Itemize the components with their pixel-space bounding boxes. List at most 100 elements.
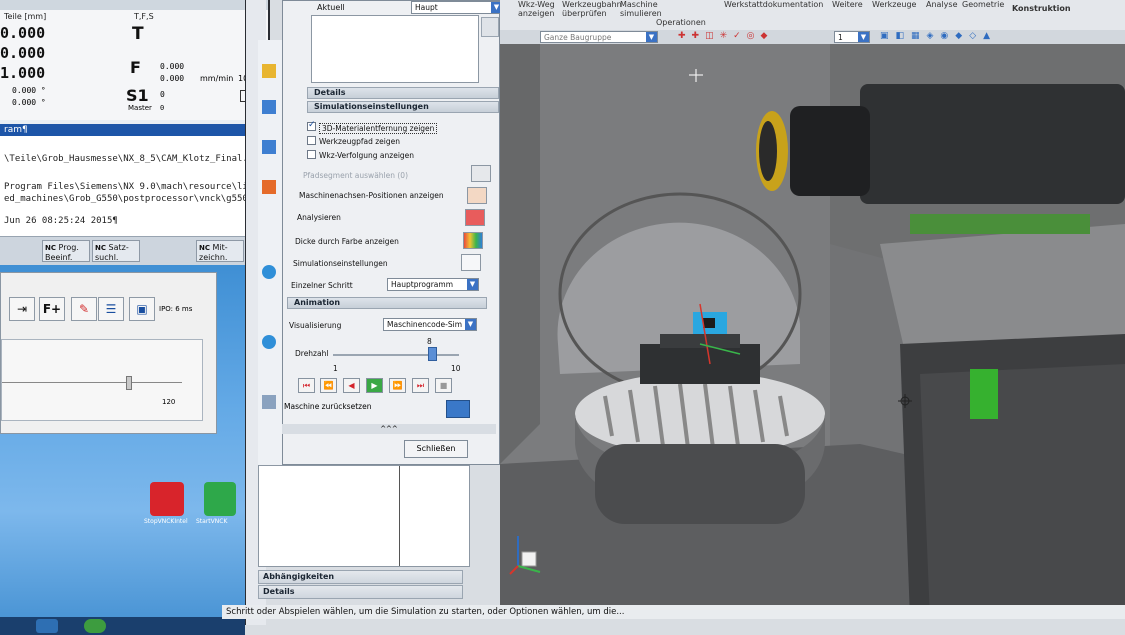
program-line: Jun 26 08:25:24 2015¶ [4, 216, 118, 226]
path-segment-icon[interactable] [471, 165, 491, 182]
details-panel-header[interactable]: Details [258, 585, 463, 599]
softkey-prog-beeinf[interactable]: NC Prog. Beeinf. [42, 240, 90, 262]
start-vnck-icon[interactable] [204, 482, 236, 516]
feed-value: 0.000 [160, 74, 185, 83]
feed-plus-button[interactable]: F+ [39, 297, 65, 321]
guide-rail-green [910, 214, 1090, 234]
ribbon-item[interactable]: Werkzeuge [872, 0, 916, 9]
play-reverse-button[interactable]: ◀ [343, 378, 360, 393]
green-marker [970, 369, 998, 419]
ribbon-item[interactable]: Analyse [926, 0, 958, 9]
spindle-bore [759, 121, 777, 181]
export-icon[interactable]: ⇥ [9, 297, 35, 321]
navigator-list[interactable] [258, 465, 470, 567]
speed-slider-track[interactable] [333, 354, 459, 356]
tool-label: T [132, 24, 144, 44]
checkbox-material-removal[interactable] [307, 120, 316, 131]
ribbon-item[interactable]: Werkstattdokumentation [724, 0, 823, 9]
single-step-select[interactable]: Hauptprogramm ▼ [387, 278, 479, 291]
ribbon-item[interactable]: Geometrie [962, 0, 1004, 9]
step-back-button[interactable]: ⏪ [320, 378, 337, 393]
slider-max-label: 120 [162, 398, 176, 406]
tool-icon[interactable] [262, 64, 276, 78]
stop-button[interactable]: ■ [435, 378, 452, 393]
thickness-color-icon[interactable] [463, 232, 483, 249]
checkbox-tool-trace[interactable] [307, 150, 316, 159]
settings-list-icon[interactable] [461, 254, 481, 271]
sim-settings-label: Simulationseinstellungen [293, 259, 388, 268]
visualization-label: Visualisierung [289, 321, 342, 330]
collapse-toggle[interactable]: ^^^ [282, 424, 496, 434]
layer-select[interactable]: 1 ▼ [834, 31, 870, 43]
animation-section-header[interactable]: Animation [287, 297, 487, 309]
save-icon[interactable]: ▣ [129, 297, 155, 321]
aktuell-label: Aktuell [317, 3, 345, 12]
aktuell-value: Haupt [415, 3, 438, 12]
checkbox-toolpath[interactable] [307, 136, 316, 145]
speed-max: 10 [451, 364, 461, 373]
spindle-label: S1 [126, 86, 149, 105]
step-forward-button[interactable]: ⏩ [389, 378, 406, 393]
nx-navigator-icons [258, 40, 283, 510]
play-button[interactable]: ▶ [366, 378, 383, 393]
speed-min: 1 [333, 364, 338, 373]
method-icon[interactable] [262, 180, 276, 194]
checkbox-label: 3D-Materialentfernung zeigen [319, 123, 438, 134]
rewind-start-button[interactable]: ⏮ [298, 378, 315, 393]
axes-position-icon[interactable] [467, 187, 487, 204]
tfs-header: T,F,S [134, 12, 154, 21]
geometry-icon[interactable] [262, 140, 276, 154]
table-pedestal [595, 444, 805, 524]
simulation-label: Simulationseinstellungen [314, 102, 429, 111]
speed-slider-thumb[interactable] [428, 347, 438, 361]
program-editor[interactable]: \Teile\Grob_Hausmesse\NX_8_5\CAM_Klotz_F… [0, 136, 268, 237]
column-divider [399, 466, 400, 566]
clock-icon[interactable] [262, 335, 276, 349]
details-section-header[interactable]: Details [307, 87, 499, 99]
softkey-satzsuchl[interactable]: NC Satz-suchl. [92, 240, 140, 262]
single-step-value: Hauptprogramm [391, 280, 454, 289]
ribbon-item[interactable]: Konstruktion [1012, 4, 1071, 13]
visualization-select[interactable]: Maschinencode-Sim ▼ [383, 318, 477, 331]
ribbon-item[interactable]: Weitere [832, 0, 863, 9]
stop-vnck-icon[interactable] [150, 482, 184, 516]
speed-label: Drehzahl [295, 349, 329, 358]
close-button[interactable]: Schließen [404, 440, 468, 458]
reset-machine-icon[interactable] [446, 400, 470, 418]
simulation-section-header[interactable]: Simulationseinstellungen [307, 101, 499, 113]
list-options-icon[interactable] [481, 17, 499, 37]
roles-icon[interactable] [262, 395, 276, 409]
slider-area: 120 [1, 339, 203, 421]
ribbon-item[interactable]: Maschine simulieren [620, 0, 670, 18]
path-segment-label: Pfadsegment auswählen (0) [303, 171, 408, 180]
snap-icons[interactable]: ✚✚◫✳✓◎◆ [678, 31, 828, 43]
coordinates-panel: Teile [mm] 0.000 0.000 1.000 0.000 ° 0.0… [0, 10, 131, 120]
slider-thumb[interactable] [126, 376, 132, 390]
start-orb-icon[interactable] [36, 619, 58, 633]
softkey-mitzeichn[interactable]: NC Mit-zeichn. [196, 240, 244, 262]
single-step-label: Einzelner Schritt [291, 281, 353, 290]
machine-icon[interactable] [262, 100, 276, 114]
browser-icon[interactable] [84, 619, 106, 633]
softkey-bar: NC Prog. Beeinf. NC Satz-suchl. NC Mit-z… [0, 236, 268, 265]
aktuell-select[interactable]: Haupt ▼ [411, 1, 503, 14]
program-list[interactable] [311, 15, 479, 83]
list-icon[interactable]: ☰ [98, 297, 124, 321]
ribbon-item[interactable]: Werkzeugbahn überprüfen [562, 0, 622, 18]
right-guard-face [920, 364, 1125, 619]
forward-end-button[interactable]: ⏭ [412, 378, 429, 393]
tool-tip [703, 318, 715, 328]
view-icons[interactable]: ▣◧▦◈◉◆◇▲ [880, 31, 1120, 43]
feed-value: 0.000 [160, 62, 185, 71]
analyze-icon[interactable] [465, 209, 485, 226]
eraser-icon[interactable]: ✎ [71, 297, 97, 321]
feed-label: F [130, 58, 141, 77]
dependencies-header[interactable]: Abhängigkeiten [258, 570, 463, 584]
details-label: Details [314, 88, 346, 97]
history-icon[interactable] [262, 265, 276, 279]
dependencies-label: Abhängigkeiten [263, 572, 335, 581]
ribbon-item[interactable]: Wkz-Weg anzeigen [518, 0, 558, 18]
graphics-viewport[interactable] [500, 44, 1125, 619]
assembly-filter-select[interactable]: Ganze Baugruppe ▼ [540, 31, 658, 43]
slider-track[interactable] [2, 382, 182, 383]
